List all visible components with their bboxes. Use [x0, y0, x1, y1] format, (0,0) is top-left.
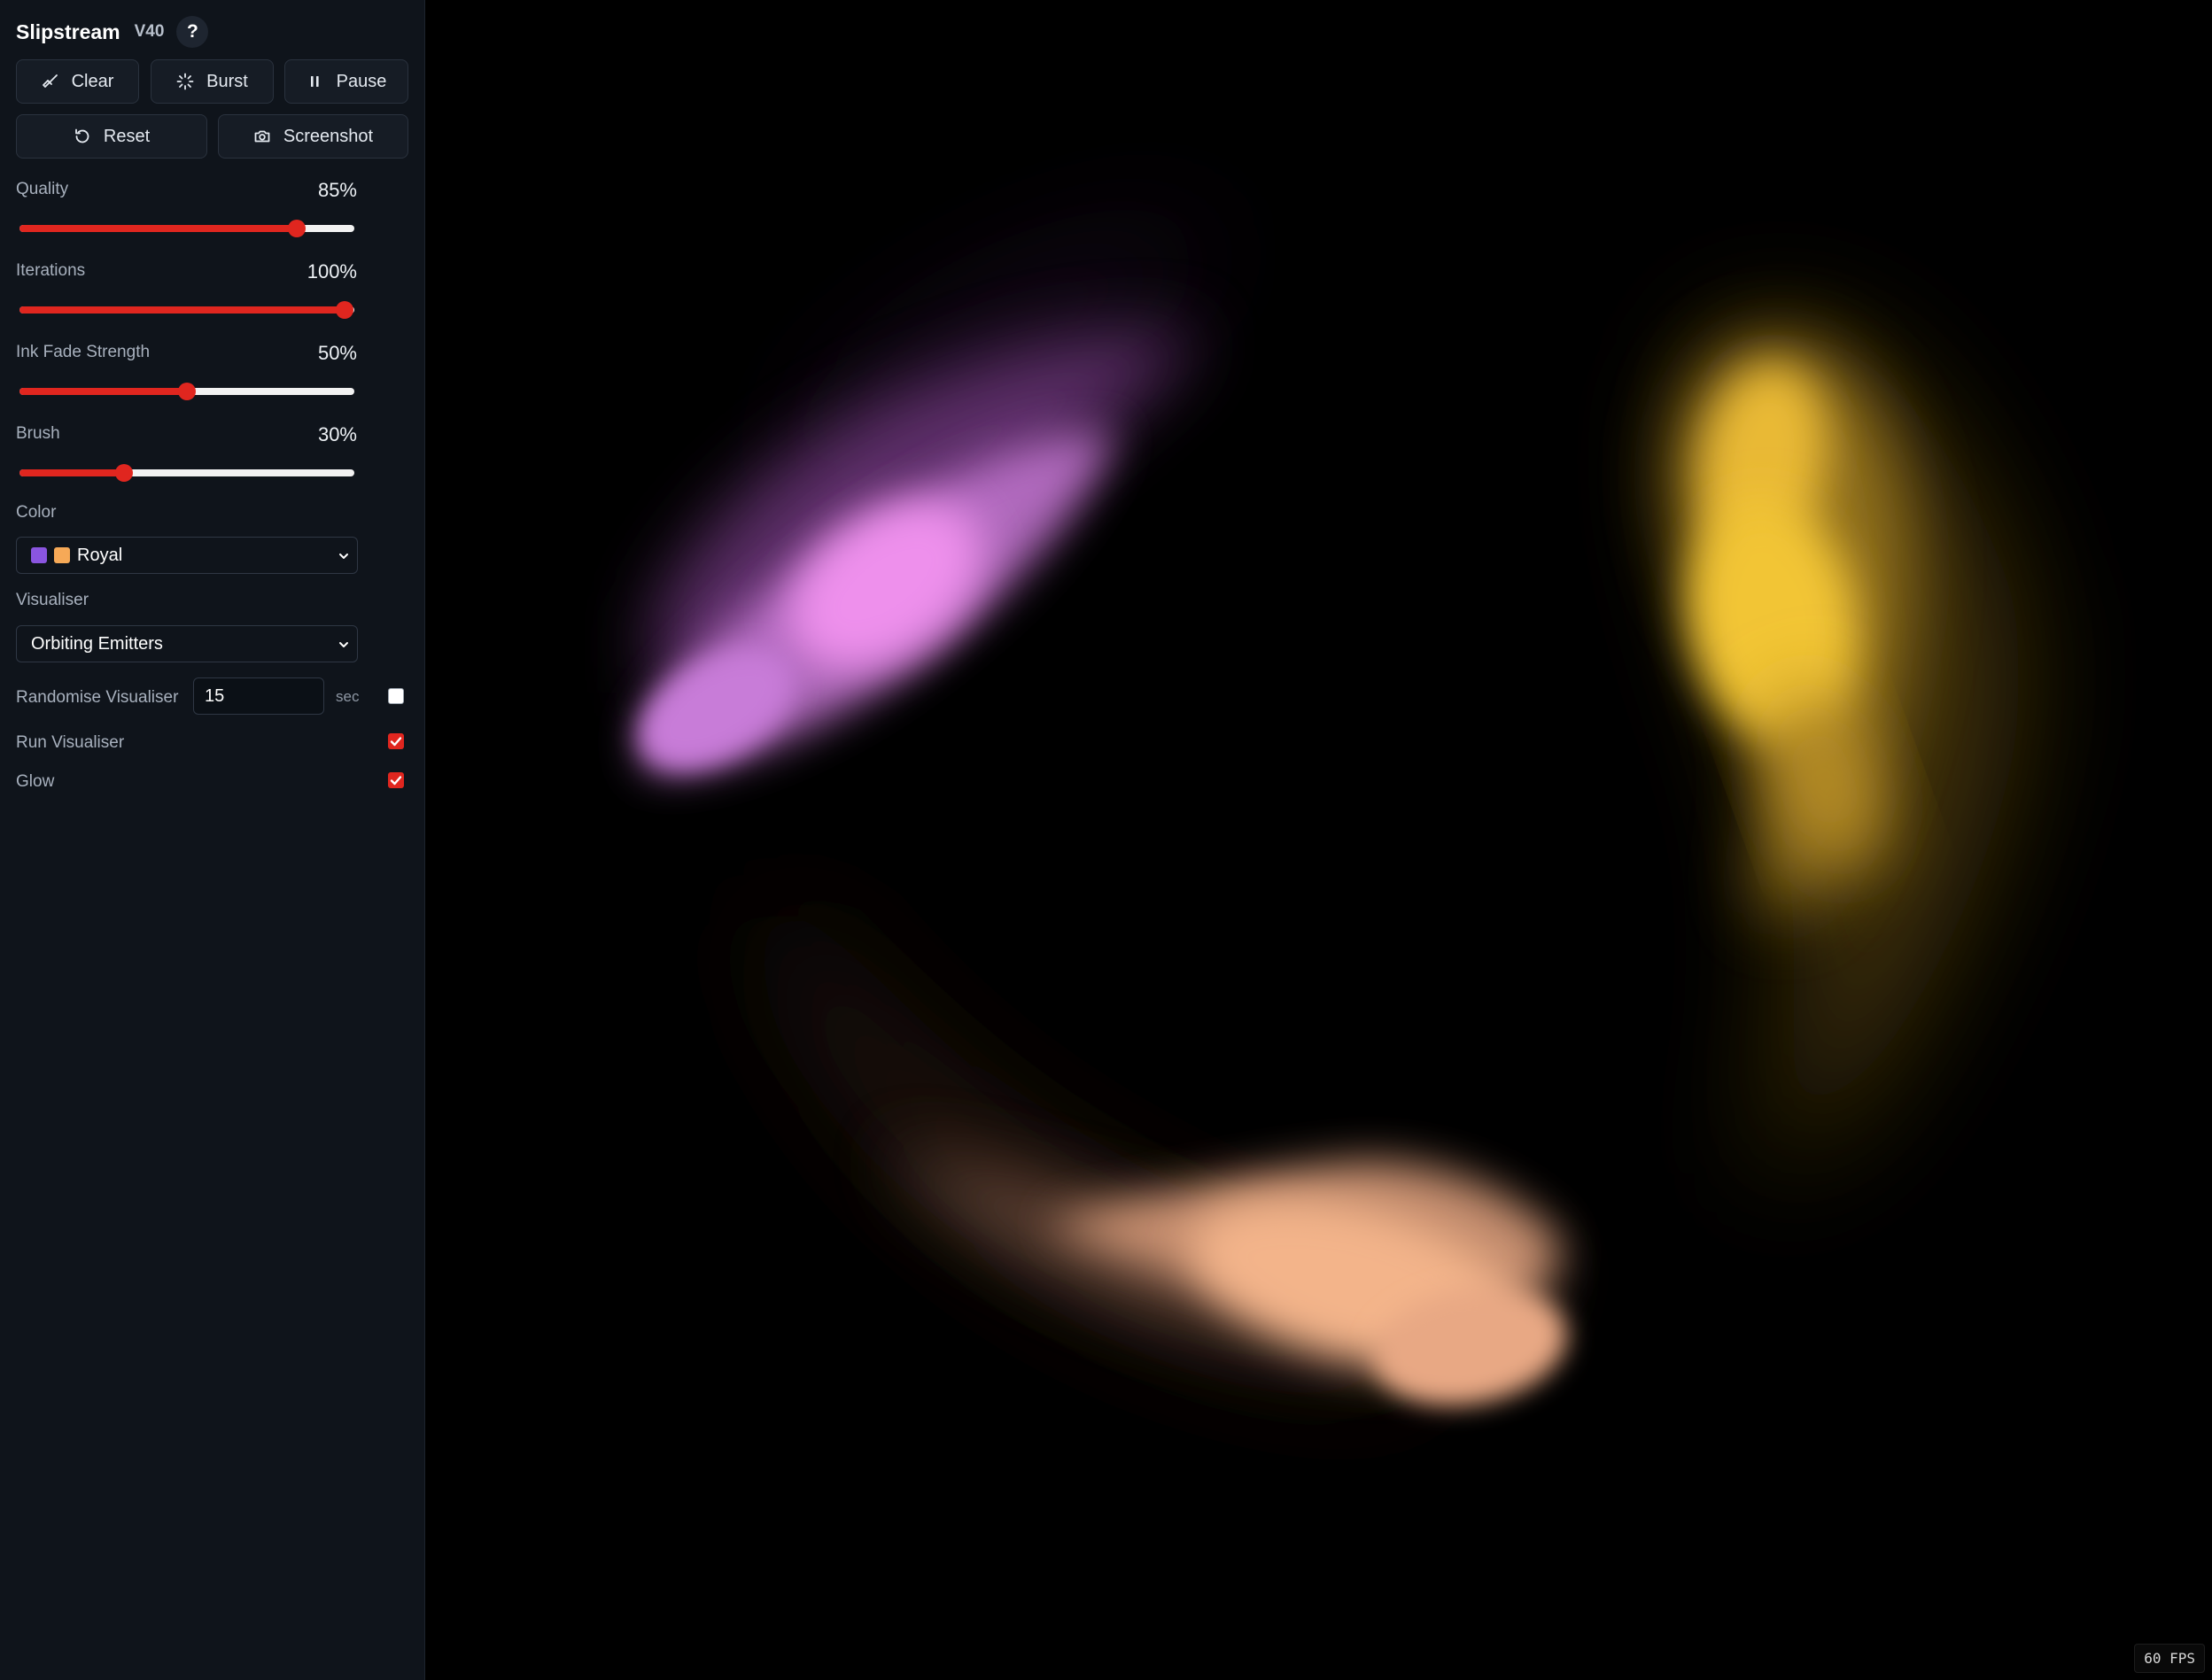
reset-icon	[74, 128, 89, 143]
burst-button[interactable]: Burst	[151, 59, 274, 104]
camera-icon	[254, 130, 270, 143]
quality-slider-fill	[19, 225, 298, 232]
ink-fade-strength-label: Ink Fade Strength	[16, 343, 151, 361]
ink-fade-strength-slider-fill	[19, 388, 187, 395]
brush-value: 30%	[317, 423, 357, 445]
visualiser-select[interactable]: Orbiting Emitters	[16, 625, 358, 662]
quality-slider-thumb[interactable]	[288, 220, 307, 237]
reset-button[interactable]: Reset	[16, 114, 207, 159]
burst-button-label: Burst	[206, 71, 248, 91]
fluid-render	[638, 230, 2021, 1405]
chevron-down-icon	[339, 642, 348, 647]
app-window: Slipstream V40 ? Clear Burst Pause Reset…	[0, 0, 2212, 1680]
color-select[interactable]: Royal	[16, 537, 358, 574]
glow-label: Glow	[16, 772, 55, 791]
brush-slider-thumb[interactable]	[114, 464, 133, 482]
brush-label: Brush	[16, 424, 60, 443]
color-swatch-orange	[54, 547, 70, 563]
visualiser-select-value: Orbiting Emitters	[31, 633, 163, 654]
ink-plume-magenta	[638, 230, 1222, 772]
broom-icon	[42, 74, 58, 88]
randomise-visualiser-checkbox[interactable]	[388, 688, 404, 704]
visualiser-label: Visualiser	[16, 591, 89, 609]
randomise-visualiser-label: Randomise Visualiser	[16, 688, 179, 707]
pause-button[interactable]: Pause	[284, 59, 408, 104]
panel-header: Slipstream V40 ?	[16, 16, 209, 48]
iterations-slider[interactable]	[19, 301, 354, 319]
iterations-slider-thumb[interactable]	[335, 301, 353, 319]
chevron-down-icon	[339, 554, 348, 559]
checkmark-icon	[390, 737, 402, 747]
ink-plume-yellow	[1673, 328, 2021, 1178]
color-label: Color	[16, 503, 57, 522]
quality-label: Quality	[16, 180, 69, 198]
iterations-label: Iterations	[16, 261, 86, 280]
brush-slider-fill	[19, 469, 124, 476]
iterations-slider-fill	[19, 306, 345, 314]
run-visualiser-checkbox[interactable]	[388, 733, 404, 749]
fps-counter: 60 FPS	[2134, 1644, 2205, 1673]
pause-button-label: Pause	[336, 71, 387, 91]
pause-icon	[310, 76, 319, 87]
randomise-unit: sec	[336, 688, 360, 705]
ink-plume-peach	[762, 912, 1567, 1405]
clear-button[interactable]: Clear	[16, 59, 139, 104]
fluid-canvas[interactable]: 60 FPS	[425, 0, 2212, 1680]
color-swatch-purple	[31, 547, 47, 563]
screenshot-button-label: Screenshot	[283, 126, 374, 146]
color-select-value: Royal	[77, 545, 123, 565]
glow-checkbox[interactable]	[388, 772, 404, 788]
brush-slider[interactable]	[19, 464, 354, 482]
iterations-value: 100%	[307, 260, 357, 283]
clear-button-label: Clear	[71, 71, 114, 91]
ink-fade-strength-value: 50%	[317, 342, 357, 364]
checkmark-icon	[390, 776, 402, 786]
app-title: Slipstream	[16, 19, 120, 43]
reset-button-label: Reset	[103, 126, 151, 146]
quality-slider[interactable]	[19, 220, 354, 237]
randomise-interval-input[interactable]	[193, 677, 324, 715]
run-visualiser-label: Run Visualiser	[16, 733, 125, 752]
control-panel: Slipstream V40 ? Clear Burst Pause Reset…	[0, 0, 425, 1680]
screenshot-button[interactable]: Screenshot	[218, 114, 408, 159]
burst-icon	[176, 73, 194, 90]
help-button[interactable]: ?	[176, 16, 209, 48]
app-version: V40	[134, 22, 165, 41]
ink-fade-strength-slider[interactable]	[19, 383, 354, 400]
quality-value: 85%	[317, 179, 357, 201]
ink-fade-strength-slider-thumb[interactable]	[178, 383, 196, 400]
